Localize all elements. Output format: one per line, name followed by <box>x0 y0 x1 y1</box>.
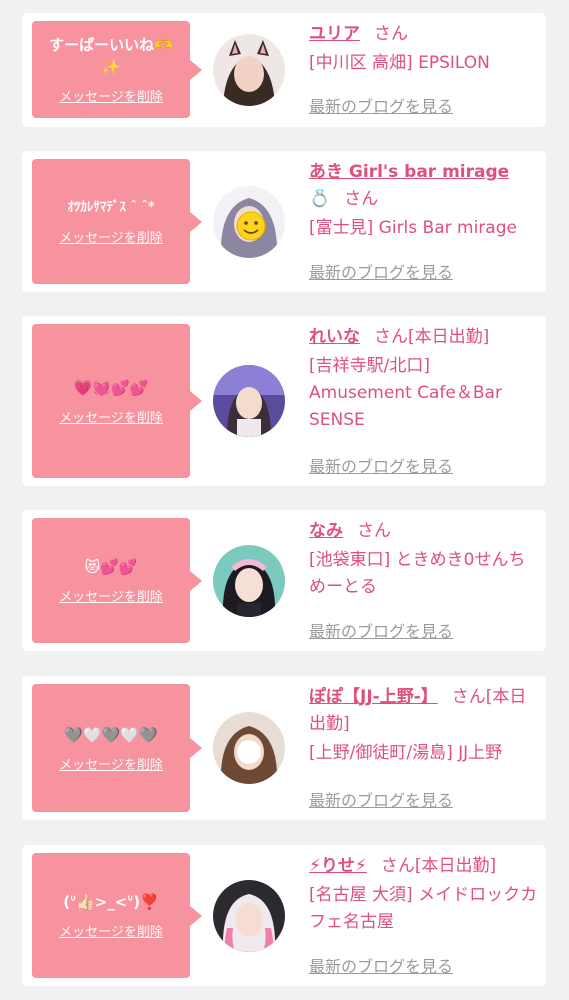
status-badge: [本日出勤] <box>408 327 490 347</box>
ring-icon: 💍 <box>309 189 331 209</box>
blog-link[interactable]: 最新のブログを見る <box>309 953 453 977</box>
shop-name: [名古屋 大須] メイドロックカフェ名古屋 <box>309 885 538 932</box>
shop-name: [上野/御徒町/湯島] JJ上野 <box>309 743 503 763</box>
profile-name-link[interactable]: なみ <box>309 521 343 541</box>
message-card: すーぱーいいね🫶 ✨ メッセージを削除 ユリア さん [中川区 高畑] EPSIL… <box>22 13 546 127</box>
message-bubble: 💗💓💕💕 メッセージを削除 <box>32 324 202 478</box>
message-bubble: ｵﾂｶﾚｻﾏﾃﾞｽ ˆ ˆ* メッセージを削除 <box>32 159 202 284</box>
shop-name: [池袋東口] ときめき0せんちめーとる <box>309 550 526 597</box>
delete-message-button[interactable]: メッセージを削除 <box>59 754 163 773</box>
delete-message-button[interactable]: メッセージを削除 <box>59 86 163 105</box>
message-text: ｵﾂｶﾚｻﾏﾃﾞｽ ˆ ˆ* <box>67 200 155 215</box>
avatar[interactable] <box>213 712 285 784</box>
avatar[interactable] <box>213 545 285 617</box>
delete-message-button[interactable]: メッセージを削除 <box>59 227 163 246</box>
delete-message-button[interactable]: メッセージを削除 <box>59 407 163 426</box>
message-text: 🩶🤍🩶🤍🩶 <box>64 725 158 744</box>
shop-name: [吉祥寺駅/北口] Amusement Cafe＆Bar SENSE <box>309 356 502 430</box>
message-bubble: 😻💕💕 メッセージを削除 <box>32 518 202 643</box>
message-text: (ᐡ👍🏻>_<ᐡ)❣️ <box>63 893 159 911</box>
honorific: さん <box>374 327 408 347</box>
message-bubble: 🩶🤍🩶🤍🩶 メッセージを削除 <box>32 684 202 812</box>
honorific: さん <box>357 521 391 541</box>
message-card: ｵﾂｶﾚｻﾏﾃﾞｽ ˆ ˆ* メッセージを削除 あき Girl's bar mi… <box>22 151 546 292</box>
message-text: すーぱーいいね🫶 ✨ <box>49 36 173 76</box>
blog-link[interactable]: 最新のブログを見る <box>309 259 453 283</box>
honorific: さん <box>380 856 415 876</box>
avatar[interactable] <box>213 34 285 106</box>
profile-name-link[interactable]: あき Girl's bar mirage <box>309 162 509 182</box>
delete-message-button[interactable]: メッセージを削除 <box>59 586 163 605</box>
message-card: 💗💓💕💕 メッセージを削除 れいな さん[本日出勤] [吉祥寺駅/北口] Amus… <box>22 316 546 486</box>
message-list: すーぱーいいね🫶 ✨ メッセージを削除 ユリア さん [中川区 高畑] EPSIL… <box>0 0 569 1000</box>
blog-link[interactable]: 最新のブログを見る <box>309 93 453 117</box>
profile-name-link[interactable]: れいな <box>309 327 360 347</box>
blog-link[interactable]: 最新のブログを見る <box>309 787 453 811</box>
profile-info: ⚡りせ⚡ さん[本日出勤] [名古屋 大須] メイドロックカフェ名古屋 <box>309 853 538 936</box>
avatar[interactable] <box>213 186 285 258</box>
shop-name: [富士見] Girls Bar mirage <box>309 218 517 238</box>
honorific: さん <box>451 687 486 707</box>
avatar[interactable] <box>213 365 285 437</box>
profile-info: れいな さん[本日出勤] [吉祥寺駅/北口] Amusement Cafe＆Bar… <box>309 324 538 434</box>
profile-name-link[interactable]: ユリア <box>309 24 360 44</box>
profile-info: なみ さん [池袋東口] ときめき0せんちめーとる <box>309 518 538 601</box>
message-text: 😻💕💕 <box>84 558 138 576</box>
message-card: (ᐡ👍🏻>_<ᐡ)❣️ メッセージを削除 ⚡りせ⚡ さん[本日出勤] [名古屋 大… <box>22 845 546 986</box>
message-bubble: すーぱーいいね🫶 ✨ メッセージを削除 <box>32 21 202 118</box>
shop-name: [中川区 高畑] EPSILON <box>309 53 490 73</box>
profile-info: ユリア さん [中川区 高畑] EPSILON <box>309 21 538 77</box>
profile-info: ぽぽ【JJ-上野-】 さん[本日出勤] [上野/御徒町/湯島] JJ上野 <box>309 684 538 767</box>
message-bubble: (ᐡ👍🏻>_<ᐡ)❣️ メッセージを削除 <box>32 853 202 978</box>
profile-info: あき Girl's bar mirage 💍 さん [富士見] Girls Bar… <box>309 159 538 242</box>
message-text: 💗💓💕💕 <box>73 378 149 397</box>
avatar[interactable] <box>213 880 285 952</box>
message-card: 😻💕💕 メッセージを削除 なみ さん [池袋東口] ときめき0せんちめーとる 最新… <box>22 510 546 651</box>
blog-link[interactable]: 最新のブログを見る <box>309 618 453 642</box>
message-card: 🩶🤍🩶🤍🩶 メッセージを削除 ぽぽ【JJ-上野-】 さん[本日出勤] [上野/御徒… <box>22 676 546 820</box>
honorific: さん <box>344 189 379 209</box>
status-badge: [本日出勤] <box>414 856 497 876</box>
blog-link[interactable]: 最新のブログを見る <box>309 453 453 477</box>
profile-name-link[interactable]: ぽぽ【JJ-上野-】 <box>309 687 438 707</box>
delete-message-button[interactable]: メッセージを削除 <box>59 921 163 940</box>
honorific: さん <box>374 24 408 44</box>
profile-name-link[interactable]: ⚡りせ⚡ <box>309 856 367 876</box>
